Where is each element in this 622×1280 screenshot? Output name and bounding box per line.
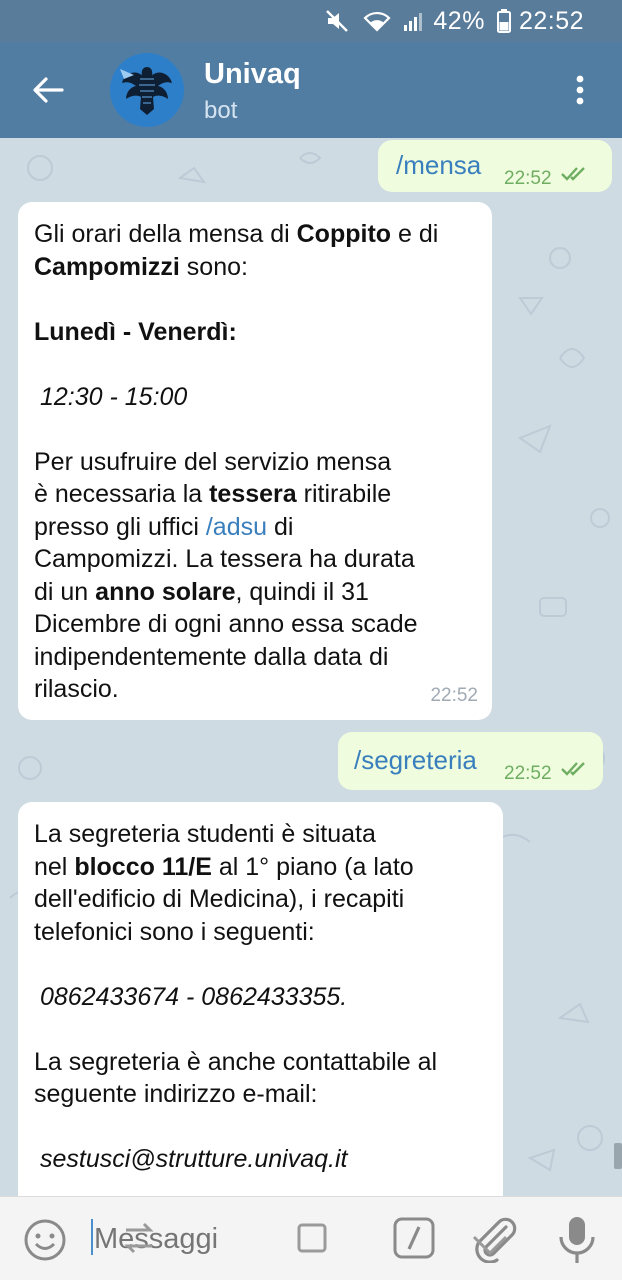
message-line: di un anno solare, quindi il 31 <box>34 577 369 606</box>
attach-button[interactable] <box>470 1217 518 1263</box>
chat-subtitle: bot <box>204 97 238 124</box>
outgoing-message[interactable]: /segreteria 22:52 <box>338 732 603 790</box>
more-vertical-icon <box>575 75 585 105</box>
more-options-button[interactable] <box>558 68 602 112</box>
phone-numbers[interactable]: 0862433674 - 0862433355. <box>34 981 487 1014</box>
message-line: telefonici sono i seguenti: <box>34 917 315 946</box>
eagle-logo-icon <box>110 53 184 127</box>
double-check-icon <box>561 760 589 778</box>
message-line: indipendentemente dalla data di <box>34 642 389 671</box>
message-line: La segreteria è anche contattabile al <box>34 1047 438 1076</box>
paperclip-icon <box>470 1217 518 1263</box>
message-time: 22:52 <box>504 763 552 784</box>
outgoing-message[interactable]: /mensa 22:52 <box>378 140 612 192</box>
emoji-button[interactable] <box>22 1217 68 1263</box>
emoji-icon <box>22 1217 68 1263</box>
scrollbar[interactable] <box>614 1143 622 1169</box>
battery-percent: 42% <box>433 6 485 35</box>
home-icon[interactable] <box>296 1215 328 1261</box>
mute-icon <box>325 9 351 33</box>
message-line: Gli orari della mensa di Coppito e di <box>34 220 439 248</box>
microphone-button[interactable] <box>556 1215 598 1265</box>
app-bar: Univaq bot <box>0 42 622 138</box>
message-input-bar <box>0 1196 622 1280</box>
message-line: rilascio. <box>34 675 119 703</box>
slash-command-icon[interactable] <box>392 1215 436 1261</box>
message-text[interactable]: /segreteria <box>354 744 477 777</box>
status-time: 22:52 <box>518 6 584 35</box>
message-line: presso gli uffici /adsu di <box>34 512 294 541</box>
message-line: nel blocco 11/E al 1° piano (a lato <box>34 852 414 881</box>
text-cursor <box>91 1219 93 1255</box>
message-time: 22:52 <box>504 168 552 189</box>
chat-title[interactable]: Univaq <box>204 58 301 91</box>
recent-apps-icon[interactable] <box>122 1215 156 1261</box>
chat-area[interactable]: /mensa 22:52 Gli orari della mensa di Co… <box>0 138 622 1196</box>
message-input[interactable] <box>90 1215 280 1263</box>
incoming-message[interactable]: La segreteria studenti è situata nel blo… <box>18 802 503 1196</box>
message-time: 22:52 <box>430 684 478 706</box>
double-check-icon <box>561 165 589 183</box>
back-button[interactable] <box>24 66 72 114</box>
message-line: dell'edificio di Medicina), i recapiti <box>34 885 405 913</box>
message-line: Per usufruire del servizio mensa <box>34 447 392 476</box>
message-text[interactable]: /mensa <box>396 149 481 182</box>
status-bar: 42% 22:52 <box>0 0 622 42</box>
message-line: seguente indirizzo e-mail: <box>34 1080 318 1108</box>
microphone-icon <box>556 1215 598 1265</box>
message-line: Dicembre di ogni anno essa scade <box>34 610 418 638</box>
message-line: Campomizzi. La tessera ha durata <box>34 545 415 573</box>
message-line: La segreteria studenti è situata <box>34 820 376 848</box>
message-line: è necessaria la tessera ritirabile <box>34 480 392 508</box>
email-address[interactable]: sestusci@strutture.univaq.it <box>34 1143 487 1176</box>
message-line: Campomizzi sono: <box>34 252 248 281</box>
incoming-message[interactable]: Gli orari della mensa di Coppito e di Ca… <box>18 202 492 720</box>
message-line: 12:30 - 15:00 <box>40 382 188 411</box>
arrow-left-icon <box>32 76 64 104</box>
adsu-command-link[interactable]: /adsu <box>206 513 267 541</box>
wifi-icon <box>363 10 391 32</box>
message-line: Lunedì - Venerdì: <box>34 317 237 346</box>
signal-icon <box>403 10 425 32</box>
battery-icon <box>496 9 511 33</box>
avatar[interactable] <box>110 53 184 127</box>
